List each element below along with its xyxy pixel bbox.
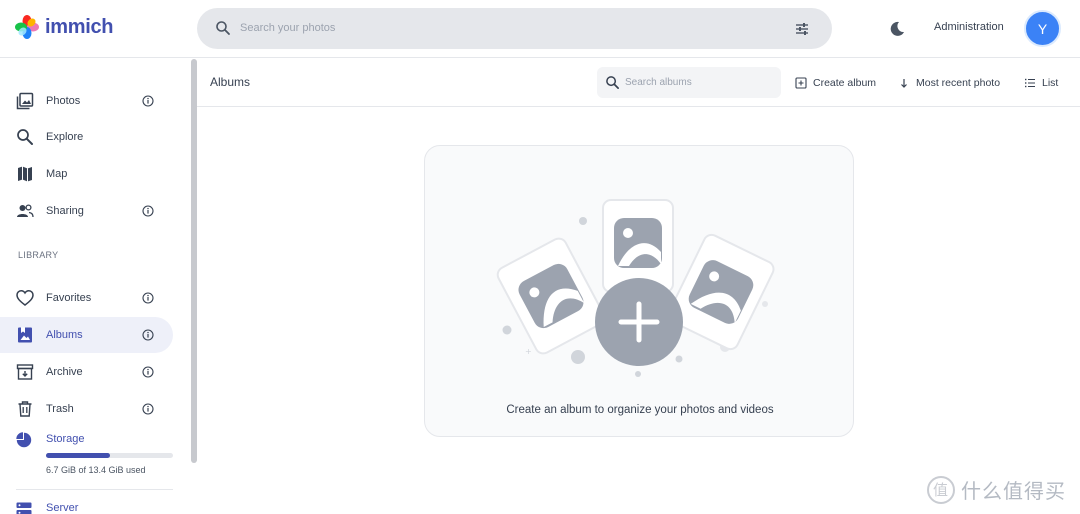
trash-icon [18,401,32,417]
sidebar: Photos Explore Map Sharing LIBRARY Favor… [0,59,197,514]
sidebar-item-label: Photos [46,95,81,107]
info-icon[interactable] [142,292,154,304]
sidebar-item-label: Albums [46,329,83,341]
pie-chart-icon [16,432,32,448]
arrow-down-icon [901,79,907,88]
empty-albums-message: Create an album to organize your photos … [506,404,774,416]
storage-bar [46,453,173,458]
photos-icon [16,92,34,110]
magnify-icon [17,129,33,145]
app-name: immich [45,15,114,38]
top-header: immich Administration Y [0,0,1080,58]
storage-label: Storage [46,433,85,445]
empty-album-illustration-icon: + [496,199,775,377]
info-icon[interactable] [142,366,154,378]
administration-link[interactable]: Administration [934,21,1004,33]
create-album-label: Create album [813,77,877,89]
sidebar-item-photos[interactable]: Photos [0,83,173,119]
album-search-box[interactable] [597,67,781,98]
moon-icon[interactable] [888,20,906,38]
photo-search-input[interactable] [240,16,760,40]
app-logo[interactable]: immich [14,14,114,40]
create-album-button[interactable]: Create album [795,75,876,91]
sort-label: Most recent photo [916,77,1001,89]
album-icon [18,327,32,343]
watermark-logo-icon: 值 [927,475,955,504]
search-icon [606,76,619,89]
heart-icon [16,290,34,306]
watermark-text: 什么值得买 [961,481,1066,503]
library-section-label: LIBRARY [18,250,59,260]
sidebar-item-label: Sharing [46,205,84,217]
watermark: 值 什么值得买 [927,475,1066,504]
storage-bar-fill [46,453,110,458]
info-icon[interactable] [142,95,154,107]
sidebar-divider [16,489,173,490]
search-icon [216,21,230,35]
server-icon [16,502,32,514]
info-icon[interactable] [142,329,154,341]
user-avatar[interactable]: Y [1024,10,1061,47]
sidebar-item-label: Archive [46,366,83,378]
sidebar-item-archive[interactable]: Archive [0,354,173,390]
sidebar-item-label: Explore [46,131,84,143]
info-icon[interactable] [142,403,154,415]
sidebar-item-map[interactable]: Map [0,156,173,192]
sidebar-item-label: Map [46,168,68,180]
sidebar-item-label: Trash [46,403,74,415]
sidebar-item-sharing[interactable]: Sharing [0,193,173,229]
main-content: Albums Create album Most rec [197,59,1080,514]
server-label: Server [46,502,79,514]
people-icon [17,204,34,218]
page-title: Albums [210,75,251,89]
photo-search-bar[interactable] [197,8,832,49]
archive-icon [16,364,34,380]
svg-text:+: + [525,347,532,356]
view-mode-label: List [1042,77,1059,89]
albums-toolbar: Albums Create album Most rec [197,59,1080,107]
info-icon[interactable] [142,205,154,217]
sidebar-item-trash[interactable]: Trash [0,391,173,427]
storage-usage-text: 6.7 GiB of 13.4 GiB used [46,465,146,475]
sidebar-item-label: Favorites [46,292,92,304]
sort-button[interactable]: Most recent photo [898,75,1000,91]
view-mode-button[interactable]: List [1024,75,1058,91]
sidebar-item-favorites[interactable]: Favorites [0,280,173,316]
album-search-input[interactable] [625,73,773,91]
app-root: immich Administration Y [0,0,1080,514]
plus-box-icon [795,77,807,89]
list-icon [1025,78,1035,88]
tune-icon[interactable] [794,21,810,37]
sidebar-item-albums[interactable]: Albums [0,317,173,353]
empty-albums-placeholder[interactable]: + Create an album to organize your photo… [424,145,854,437]
immich-pinwheel-icon [15,15,39,39]
map-icon [18,166,32,182]
sidebar-item-explore[interactable]: Explore [0,119,173,155]
